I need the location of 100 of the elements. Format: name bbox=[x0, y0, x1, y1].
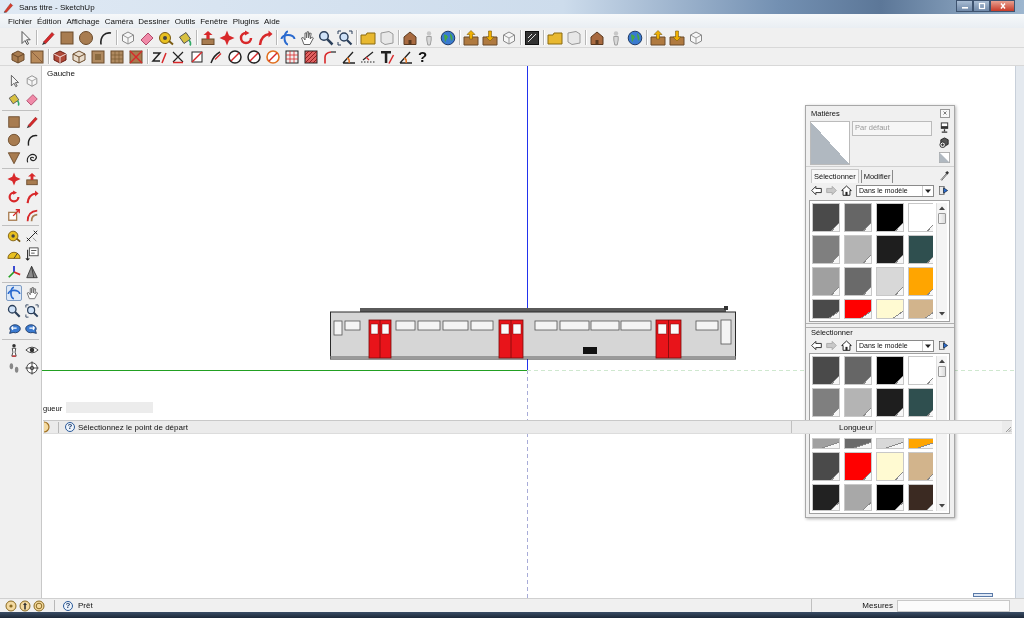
board-icon[interactable] bbox=[524, 29, 540, 46]
material-swatch[interactable] bbox=[812, 203, 840, 232]
pencil-icon[interactable] bbox=[24, 114, 40, 130]
grid-square-icon[interactable] bbox=[284, 48, 300, 65]
folder-arrow-up-icon[interactable] bbox=[463, 29, 479, 46]
help-button[interactable]: ? bbox=[63, 600, 73, 611]
t-bar-icon[interactable] bbox=[379, 48, 395, 65]
home-icon[interactable] bbox=[841, 185, 852, 196]
material-swatch[interactable] bbox=[812, 356, 840, 385]
material-swatch[interactable] bbox=[812, 452, 840, 481]
close-button[interactable] bbox=[990, 0, 1015, 12]
circle-icon[interactable] bbox=[6, 132, 22, 148]
caret-icon[interactable] bbox=[922, 340, 933, 351]
left-arrow-icon[interactable] bbox=[811, 340, 822, 351]
globe-icon[interactable] bbox=[440, 29, 456, 46]
crossed-square-icon[interactable] bbox=[128, 48, 144, 65]
corner-stroke-icon[interactable] bbox=[322, 48, 338, 65]
display-icon[interactable] bbox=[939, 122, 950, 133]
tape-measure-icon[interactable] bbox=[6, 228, 22, 244]
paint-bucket-icon[interactable] bbox=[177, 29, 193, 46]
material-swatch[interactable] bbox=[876, 452, 904, 481]
square-icon[interactable] bbox=[59, 29, 75, 46]
material-swatch[interactable] bbox=[844, 299, 872, 319]
scroll-thumb[interactable] bbox=[938, 213, 947, 224]
bubble-left-icon[interactable] bbox=[6, 321, 22, 337]
folder-arrow-up-icon[interactable] bbox=[650, 29, 666, 46]
material-swatch[interactable] bbox=[844, 235, 872, 264]
material-swatch[interactable] bbox=[908, 356, 934, 385]
home-icon[interactable] bbox=[841, 340, 852, 351]
orbit-icon[interactable] bbox=[6, 285, 22, 301]
scroll-up-icon[interactable] bbox=[938, 358, 947, 364]
cube-face-icon[interactable] bbox=[29, 48, 45, 65]
scroll-thumb[interactable] bbox=[938, 366, 947, 377]
move-arrows-icon[interactable] bbox=[219, 29, 235, 46]
square-diagonal-icon[interactable] bbox=[189, 48, 205, 65]
minimize-button[interactable] bbox=[956, 0, 973, 12]
material-swatch[interactable] bbox=[812, 299, 840, 319]
material-swatch[interactable] bbox=[908, 203, 934, 232]
pencil-icon[interactable] bbox=[40, 29, 56, 46]
material-swatch[interactable] bbox=[908, 235, 934, 264]
cube-plus-icon[interactable] bbox=[939, 137, 950, 148]
material-swatch[interactable] bbox=[908, 388, 934, 417]
section-plane-icon[interactable] bbox=[24, 246, 40, 262]
scroll-up-icon[interactable] bbox=[938, 205, 947, 211]
material-swatch[interactable] bbox=[876, 356, 904, 385]
menu-item[interactable]: Plugins bbox=[232, 16, 259, 26]
material-swatch[interactable] bbox=[876, 235, 904, 264]
axes-icon[interactable] bbox=[6, 264, 22, 280]
material-swatch[interactable] bbox=[844, 388, 872, 417]
measurements-field[interactable] bbox=[897, 599, 1010, 612]
orbit-icon[interactable] bbox=[280, 29, 296, 46]
zoom-extents-icon[interactable] bbox=[24, 303, 40, 319]
iso-cube-icon[interactable] bbox=[10, 48, 26, 65]
push-pull-icon[interactable] bbox=[24, 171, 40, 187]
help-button[interactable]: ? bbox=[417, 48, 429, 65]
bubble-right-icon[interactable] bbox=[24, 321, 40, 337]
hand-icon[interactable] bbox=[299, 29, 315, 46]
offset-curves-icon[interactable] bbox=[24, 207, 40, 223]
material-swatch[interactable] bbox=[844, 438, 872, 449]
eyedropper-icon[interactable] bbox=[939, 170, 950, 181]
rotate-icon[interactable] bbox=[6, 189, 22, 205]
side-arrow-icon[interactable] bbox=[938, 185, 949, 196]
scroll-down-icon[interactable] bbox=[938, 503, 947, 509]
crosshair-icon[interactable] bbox=[24, 360, 40, 376]
caret-icon[interactable] bbox=[922, 185, 933, 196]
zoom-icon[interactable] bbox=[6, 303, 22, 319]
triangle-swatch-icon[interactable] bbox=[939, 152, 950, 163]
paint-bucket-icon[interactable] bbox=[6, 91, 22, 107]
globe-icon[interactable] bbox=[627, 29, 643, 46]
menu-item[interactable]: Affichage bbox=[66, 16, 100, 26]
prism-icon[interactable] bbox=[24, 264, 40, 280]
material-swatch[interactable] bbox=[844, 203, 872, 232]
material-swatch[interactable] bbox=[908, 438, 934, 449]
dimension-icon[interactable] bbox=[24, 228, 40, 244]
folder-arrow-down-icon[interactable] bbox=[669, 29, 685, 46]
material-swatch[interactable] bbox=[844, 356, 872, 385]
material-swatch[interactable] bbox=[844, 484, 872, 511]
menu-item[interactable]: Dessiner bbox=[138, 16, 170, 26]
circle-icon[interactable] bbox=[78, 29, 94, 46]
circle-slash-icon[interactable] bbox=[227, 48, 243, 65]
side-arrow-icon[interactable] bbox=[938, 340, 949, 351]
material-swatch[interactable] bbox=[844, 267, 872, 296]
material-swatch[interactable] bbox=[908, 299, 934, 319]
material-swatch[interactable] bbox=[876, 388, 904, 417]
eraser-icon[interactable] bbox=[24, 91, 40, 107]
rotate-icon[interactable] bbox=[238, 29, 254, 46]
cube-outline-icon[interactable] bbox=[688, 29, 704, 46]
hand-icon[interactable] bbox=[24, 285, 40, 301]
material-swatch[interactable] bbox=[908, 452, 934, 481]
material-swatch[interactable] bbox=[844, 452, 872, 481]
house-icon[interactable] bbox=[589, 29, 605, 46]
length-field[interactable] bbox=[874, 421, 1002, 433]
material-swatch[interactable] bbox=[908, 484, 934, 511]
maximize-button[interactable] bbox=[973, 0, 990, 12]
shaded-cube-icon[interactable] bbox=[52, 48, 68, 65]
material-swatch[interactable] bbox=[812, 484, 840, 511]
scroll-down-icon[interactable] bbox=[938, 311, 947, 317]
curved-arrow-icon[interactable] bbox=[257, 29, 273, 46]
scale-icon[interactable] bbox=[6, 207, 22, 223]
house-icon[interactable] bbox=[402, 29, 418, 46]
